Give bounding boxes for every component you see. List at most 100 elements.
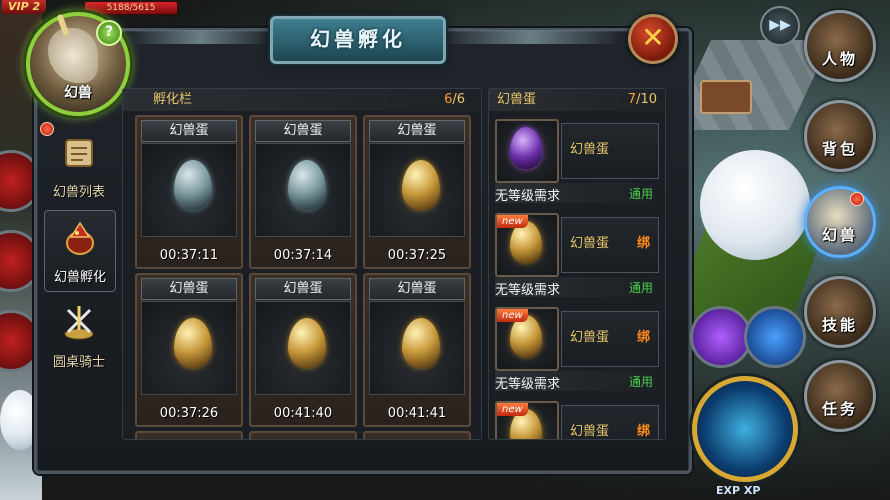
usage-type: 通用 <box>628 187 653 201</box>
new-badge: new <box>497 309 528 322</box>
slot-name: 幻兽蛋 <box>369 120 465 142</box>
menu-backpack[interactable]: 背包 <box>804 100 876 172</box>
crossed-swords-icon <box>64 306 94 340</box>
egg-well <box>369 143 465 237</box>
egg-list: 幻兽蛋 7/10 幻兽蛋 无等级需求 通用 new 幻兽蛋 绑 无等级需求 通用… <box>488 88 666 440</box>
hatch-slot[interactable]: 幻兽蛋 00:37:26 <box>135 273 243 427</box>
hatch-count: 6/6 <box>444 92 465 107</box>
menu-beast[interactable]: 幻兽 <box>804 186 876 258</box>
egg-namebox: 幻兽蛋 <box>561 123 659 179</box>
egg-list-title: 幻兽蛋 <box>497 92 537 107</box>
egg-well <box>141 143 237 237</box>
close-icon: ✕ <box>641 21 665 54</box>
hatch-header: 孵化栏 6/6 <box>123 89 481 111</box>
egg-well <box>255 143 351 237</box>
menu-character[interactable]: 人物 <box>804 10 876 82</box>
notification-dot <box>40 122 54 136</box>
new-badge: new <box>497 403 528 416</box>
hatch-slot[interactable]: 幻兽蛋 00:37:14 <box>249 115 357 269</box>
notification-dot <box>850 192 864 206</box>
close-button[interactable]: ✕ <box>628 14 678 64</box>
hatch-slot[interactable]: 幻兽蛋 00:37:25 <box>363 115 471 269</box>
level-requirement: 无等级需求 <box>495 377 561 392</box>
tab-label: 圆桌骑士 <box>52 355 105 370</box>
help-button[interactable]: ? <box>96 20 122 46</box>
crate <box>700 80 752 114</box>
egg-name: 幻兽蛋 <box>570 330 610 345</box>
exp-label: EXP XP <box>716 484 761 497</box>
title-ornament-right <box>440 30 620 44</box>
hatch-timer: 00:37:11 <box>159 248 219 263</box>
skill-orb-blue[interactable] <box>744 306 806 368</box>
egg-list-count: 7/10 <box>627 92 657 107</box>
snowy-tree <box>700 150 810 260</box>
hatch-slot-partial <box>249 431 357 439</box>
tab-beast-list[interactable]: 幻兽列表 <box>44 126 114 206</box>
menu-quests[interactable]: 任务 <box>804 360 876 432</box>
gold-egg-icon <box>402 160 440 210</box>
tab-beast-hatch[interactable]: 幻兽孵化 <box>44 210 116 292</box>
slot-name: 幻兽蛋 <box>141 278 237 300</box>
egg-well <box>369 301 465 395</box>
hatch-area: 孵化栏 6/6 幻兽蛋 00:37:11 幻兽蛋 00:37:14 幻兽蛋 00… <box>122 88 482 440</box>
level-requirement: 无等级需求 <box>495 189 561 204</box>
hatch-slot-partial <box>135 431 243 439</box>
menu-label: 幻兽 <box>821 226 858 244</box>
skill-orb-purple[interactable] <box>690 306 752 368</box>
egg-list-item[interactable]: new 幻兽蛋 绑 <box>495 401 659 439</box>
title-ornament-left <box>130 30 270 44</box>
egg-frame <box>495 119 559 183</box>
fast-forward-button[interactable]: ▶▶ <box>760 6 800 46</box>
tab-column: 幻兽列表 幻兽孵化 圆桌骑士 <box>40 90 118 436</box>
menu-skills[interactable]: 技能 <box>804 276 876 348</box>
gold-egg-icon <box>174 318 212 368</box>
tab-round-table-knights[interactable]: 圆桌骑士 <box>44 296 114 376</box>
tab-label: 幻兽列表 <box>52 185 105 200</box>
hatch-timer: 00:37:14 <box>273 248 333 263</box>
hatch-slot[interactable]: 幻兽蛋 00:41:40 <box>249 273 357 427</box>
main-attack-orb[interactable] <box>692 376 798 482</box>
silver-egg-icon <box>288 160 326 210</box>
hatch-timer: 00:37:25 <box>387 248 447 263</box>
egg-namebox: 幻兽蛋 绑 <box>561 405 659 439</box>
gold-egg-icon <box>288 318 326 368</box>
egg-name: 幻兽蛋 <box>570 424 610 439</box>
hatch-slot[interactable]: 幻兽蛋 00:41:41 <box>363 273 471 427</box>
bound-badge: 绑 <box>636 236 650 251</box>
purple-egg-icon <box>510 127 542 169</box>
egg-list-item[interactable]: new 幻兽蛋 绑 无等级需求 通用 <box>495 307 659 399</box>
tab-label: 幻兽孵化 <box>53 270 106 285</box>
slot-name: 幻兽蛋 <box>255 278 351 300</box>
hatch-title: 孵化栏 <box>153 92 193 107</box>
usage-type: 通用 <box>628 375 653 389</box>
hatch-slot-partial <box>363 431 471 439</box>
menu-label: 人物 <box>821 50 858 68</box>
egg-name: 幻兽蛋 <box>570 142 610 157</box>
egg-list-header: 幻兽蛋 7/10 <box>489 89 665 111</box>
bound-badge: 绑 <box>636 424 650 439</box>
hatch-timer: 00:41:40 <box>273 406 333 421</box>
menu-label: 技能 <box>821 316 858 334</box>
egg-well <box>255 301 351 395</box>
level-requirement: 无等级需求 <box>495 283 561 298</box>
usage-type: 通用 <box>628 281 653 295</box>
egg-list-item[interactable]: 幻兽蛋 无等级需求 通用 <box>495 119 659 211</box>
egg-list-item[interactable]: new 幻兽蛋 绑 无等级需求 通用 <box>495 213 659 305</box>
hp-bar: 5188/5615 <box>84 1 178 15</box>
gold-egg-icon <box>402 318 440 368</box>
slot-name: 幻兽蛋 <box>369 278 465 300</box>
menu-label: 背包 <box>821 140 858 158</box>
egg-namebox: 幻兽蛋 绑 <box>561 311 659 367</box>
hatch-timer: 00:37:26 <box>159 406 219 421</box>
dragon-egg-icon <box>66 221 94 255</box>
silver-egg-icon <box>174 160 212 210</box>
hatch-timer: 00:41:41 <box>387 406 447 421</box>
slot-name: 幻兽蛋 <box>141 120 237 142</box>
new-badge: new <box>497 215 528 228</box>
slot-name: 幻兽蛋 <box>255 120 351 142</box>
hatch-slot[interactable]: 幻兽蛋 00:37:11 <box>135 115 243 269</box>
unicorn-icon <box>48 28 98 83</box>
scroll-icon <box>65 139 93 167</box>
egg-namebox: 幻兽蛋 绑 <box>561 217 659 273</box>
vip-badge: VIP 2 <box>2 0 47 14</box>
